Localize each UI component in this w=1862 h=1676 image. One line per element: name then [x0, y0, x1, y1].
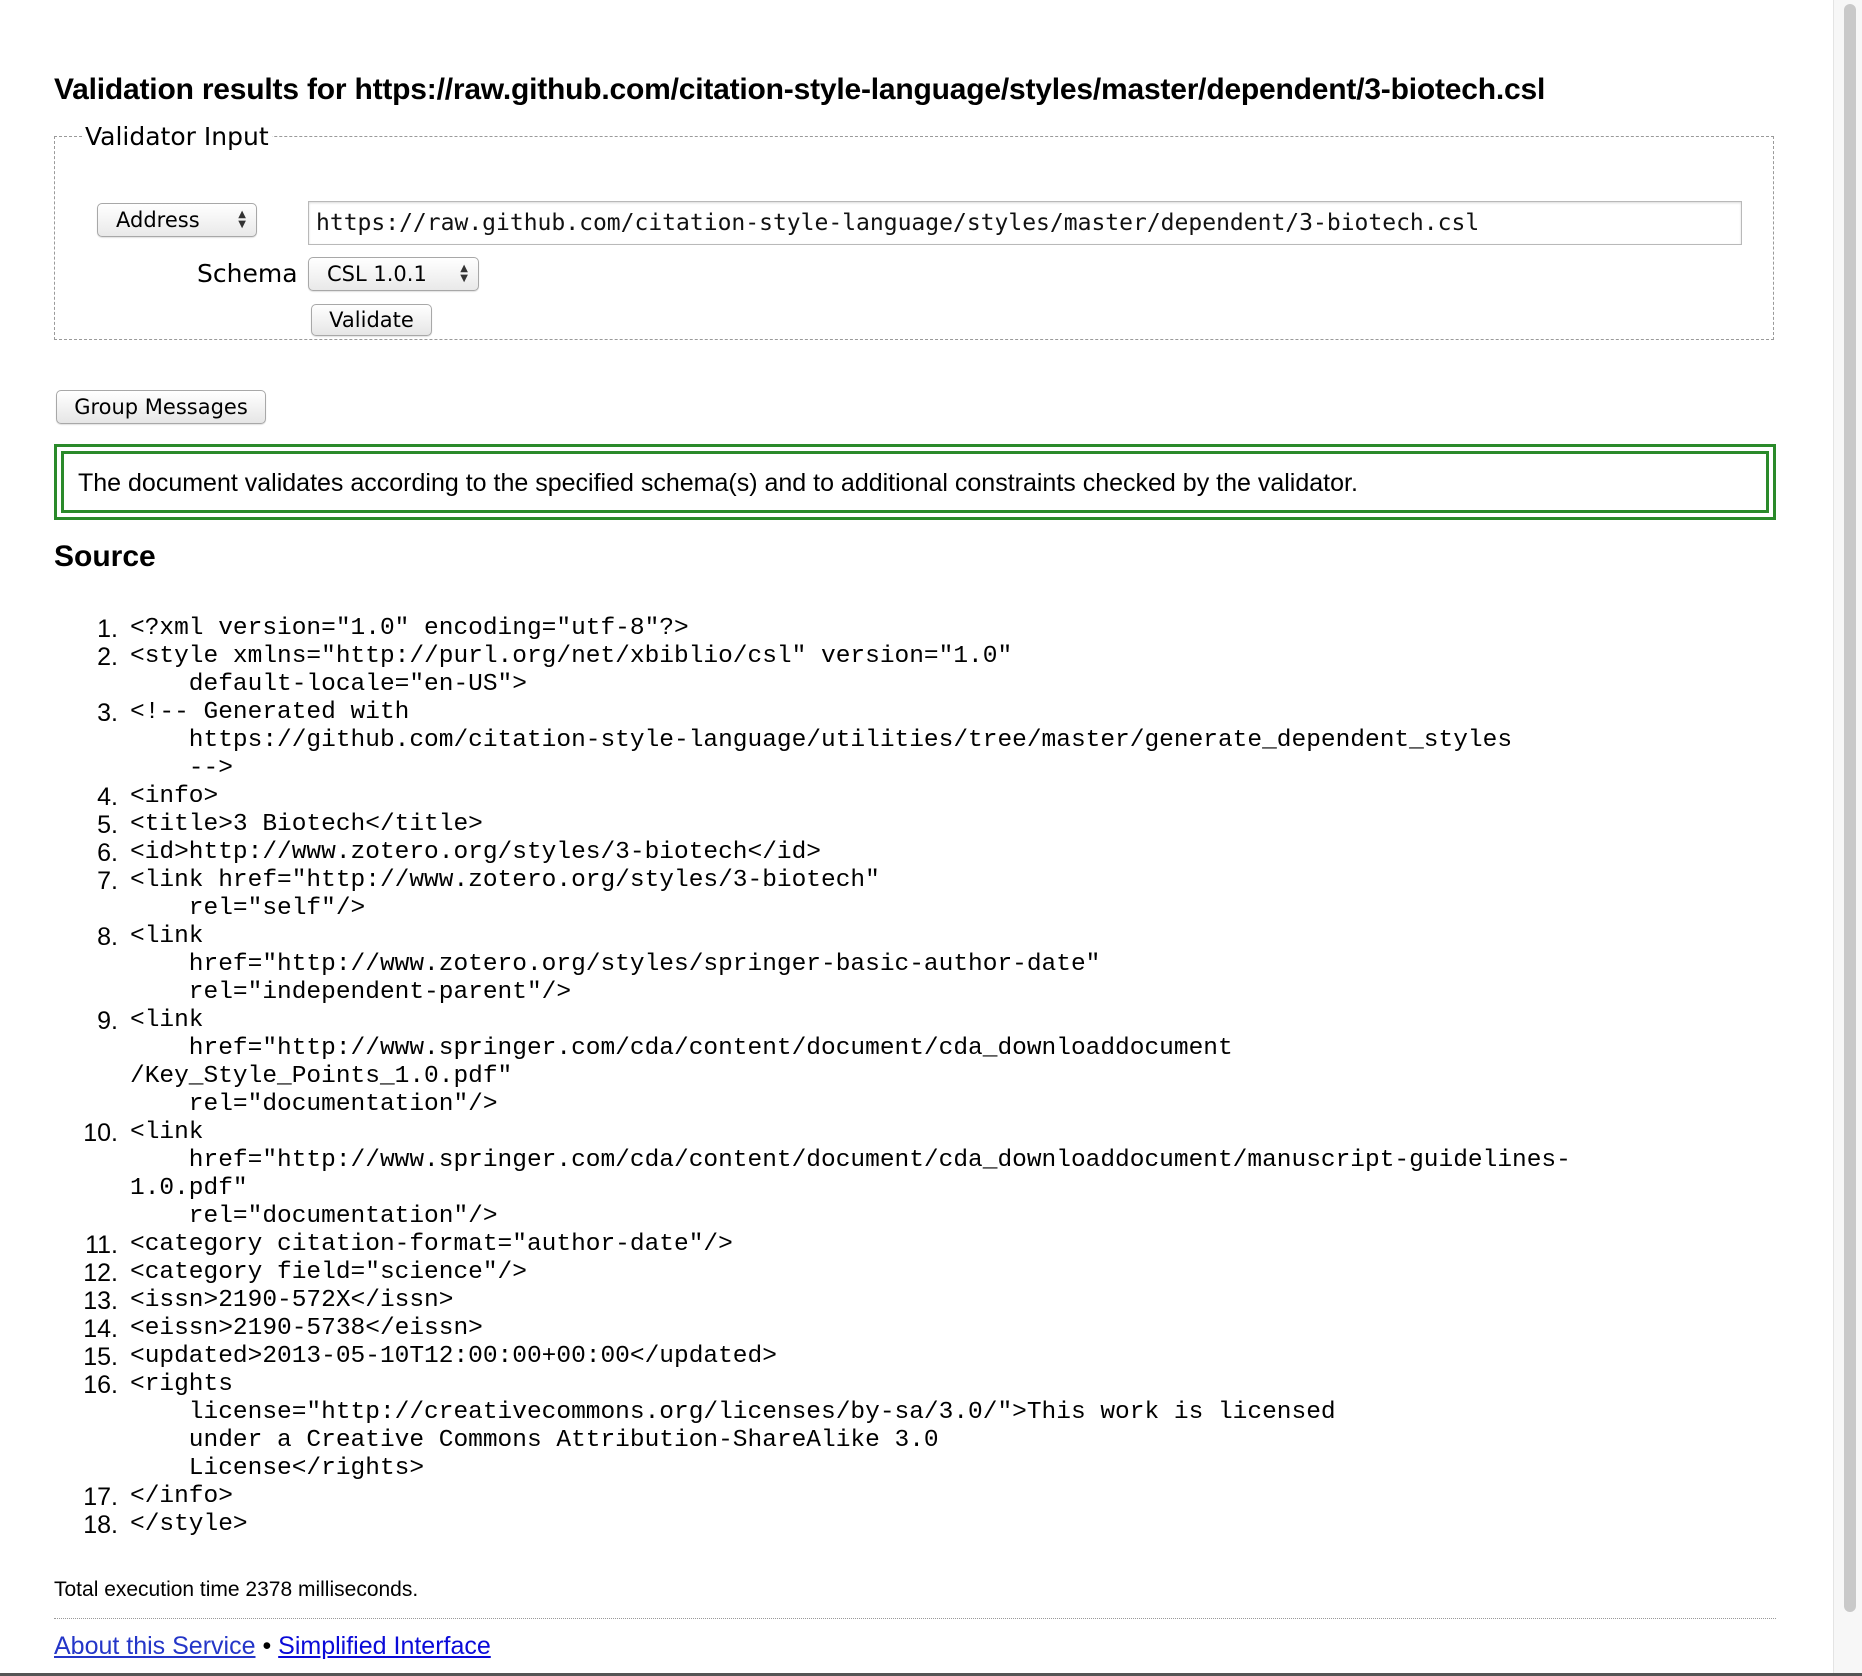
footer-links: About this Service • Simplified Interfac… [54, 1632, 491, 1661]
scrollbar-thumb[interactable] [1844, 4, 1856, 1612]
page-title: Validation results for https://raw.githu… [54, 73, 1546, 106]
source-line: <style xmlns="http://purl.org/net/xbibli… [60, 643, 1013, 698]
source-line: <!-- Generated with https://github.com/c… [60, 699, 1513, 782]
vertical-scrollbar[interactable] [1833, 0, 1862, 1676]
input-type-select-label: Address [116, 208, 200, 232]
source-listing: <?xml version="1.0" encoding="utf-8"?> <s… [60, 615, 1760, 1539]
source-line: <link href="http://www.zotero.org/styles… [60, 923, 1101, 1006]
source-line: <id>http://www.zotero.org/styles/3-biote… [60, 839, 822, 867]
about-service-link[interactable]: About this Service [54, 1632, 256, 1660]
source-line: <eissn>2190-5738</eissn> [60, 1315, 483, 1343]
footer-divider [54, 1618, 1776, 1619]
source-line: <category field="science"/> [60, 1259, 527, 1287]
source-heading: Source [54, 540, 156, 573]
schema-select-label: CSL 1.0.1 [327, 262, 427, 286]
select-arrows-icon: ▲ ▼ [460, 263, 468, 284]
simplified-interface-link[interactable]: Simplified Interface [278, 1632, 491, 1660]
source-line: </style> [60, 1511, 248, 1539]
source-line: <?xml version="1.0" encoding="utf-8"?> [60, 615, 689, 643]
validate-button[interactable]: Validate [311, 304, 432, 336]
source-line: <updated>2013-05-10T12:00:00+00:00</upda… [60, 1343, 777, 1371]
source-line: </info> [60, 1483, 233, 1511]
url-input[interactable]: https://raw.github.com/citation-style-la… [308, 201, 1742, 245]
validator-page: Validation results for https://raw.githu… [54, 70, 1776, 1660]
select-arrows-icon: ▲ ▼ [238, 209, 246, 230]
execution-time: Total execution time 2378 milliseconds. [54, 1578, 419, 1601]
source-line: <category citation-format="author-date"/… [60, 1231, 733, 1259]
source-line: <info> [60, 783, 219, 811]
schema-select[interactable]: CSL 1.0.1 ▲ ▼ [308, 257, 479, 291]
footer-separator: • [262, 1632, 272, 1660]
group-messages-button[interactable]: Group Messages [56, 390, 266, 424]
source-line: <link href="http://www.springer.com/cda/… [60, 1119, 1571, 1230]
source-line: <link href="http://www.zotero.org/styles… [60, 867, 880, 922]
input-type-select[interactable]: Address ▲ ▼ [97, 203, 257, 237]
success-message-box: The document validates according to the … [54, 444, 1776, 520]
validator-input-fieldset: Validator Input Address ▲ ▼ https://raw.g… [54, 122, 1774, 340]
source-line: <issn>2190-572X</issn> [60, 1287, 454, 1315]
success-message: The document validates according to the … [61, 451, 1769, 513]
source-line: <link href="http://www.springer.com/cda/… [60, 1007, 1233, 1118]
schema-label: Schema [197, 259, 298, 288]
fieldset-legend: Validator Input [85, 122, 269, 151]
source-line: <rights license="http://creativecommons.… [60, 1371, 1336, 1482]
source-line: <title>3 Biotech</title> [60, 811, 483, 839]
